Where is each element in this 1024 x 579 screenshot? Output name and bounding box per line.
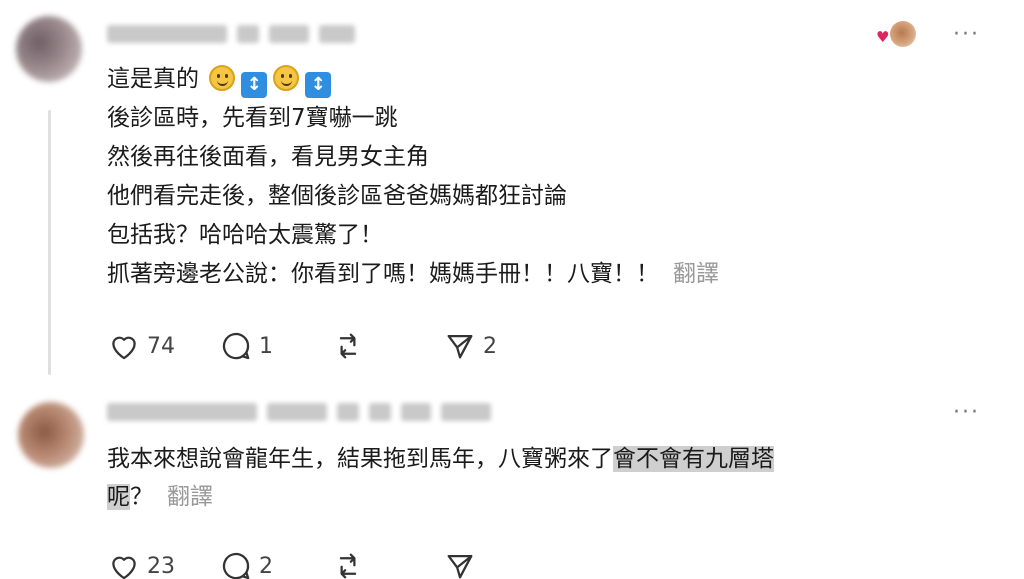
more-options-button[interactable]: ··· xyxy=(953,402,980,424)
blurred-name-part xyxy=(269,25,309,43)
up-down-arrow-emoji: ↕ xyxy=(305,72,332,98)
more-options-button[interactable]: ··· xyxy=(953,24,980,46)
post-line: 他們看完走後，整個後診區爸爸媽媽都狂討論 xyxy=(107,183,567,209)
username-blurred[interactable] xyxy=(107,24,355,44)
heart-icon: ♥ xyxy=(876,28,890,46)
thread-connector-line xyxy=(48,110,51,375)
like-count: 74 xyxy=(147,333,175,359)
reply-button[interactable]: 1 xyxy=(219,328,331,364)
smile-emoji xyxy=(273,65,300,91)
post-line: 後診區時，先看到7寶嚇一跳 xyxy=(107,105,398,131)
post-line: 這是真的 ↕ ↕ xyxy=(107,60,947,99)
selected-text: 會不會有九層塔 xyxy=(613,446,774,472)
translate-link[interactable]: 翻譯 xyxy=(167,484,213,510)
post-actions: 74 1 2 xyxy=(107,328,555,364)
blurred-name-part xyxy=(107,25,227,43)
blurred-name-part xyxy=(267,403,327,421)
comment-bubble-icon xyxy=(222,332,250,360)
thread-post-1: ♥ ··· 這是真的 ↕ ↕ 後診區時，先看到7寶嚇一跳 然後再往後面看，看見男女… xyxy=(0,0,1024,390)
avatar[interactable] xyxy=(16,16,82,82)
reply-count: 1 xyxy=(259,333,273,359)
like-count: 23 xyxy=(147,553,175,579)
share-button[interactable] xyxy=(443,548,555,579)
reply-count: 2 xyxy=(259,553,273,579)
share-button[interactable]: 2 xyxy=(443,328,555,364)
heart-outline-icon xyxy=(112,336,136,360)
like-button[interactable]: 74 xyxy=(107,328,219,364)
like-button[interactable]: 23 xyxy=(107,548,219,579)
send-paper-plane-icon xyxy=(447,554,473,579)
username-blurred[interactable] xyxy=(107,402,491,422)
post-actions: 23 2 xyxy=(107,548,555,579)
blurred-name-part xyxy=(237,25,259,43)
blurred-name-part xyxy=(337,403,359,421)
reactor-avatar xyxy=(890,21,916,47)
thread-post-2: ··· 我本來想說會龍年生，結果拖到馬年，八寶粥來了會不會有九層塔 呢？ 翻譯 23… xyxy=(0,390,1024,579)
repost-arrows-icon xyxy=(339,553,357,579)
reply-button[interactable]: 2 xyxy=(219,548,331,579)
blurred-name-part xyxy=(401,403,431,421)
blurred-name-part xyxy=(369,403,391,421)
heart-outline-icon xyxy=(112,556,136,579)
post-line: 包括我？哈哈哈太震驚了！ xyxy=(107,222,383,248)
comment-bubble-icon xyxy=(222,552,250,579)
translate-link[interactable]: 翻譯 xyxy=(673,261,719,287)
smile-emoji xyxy=(209,65,236,91)
blurred-name-part xyxy=(441,403,491,421)
post-text: 這是真的 ↕ ↕ 後診區時，先看到7寶嚇一跳 然後再往後面看，看見男女主角 他們看… xyxy=(107,60,947,294)
repost-button[interactable] xyxy=(331,548,443,579)
selected-text: 呢 xyxy=(107,484,130,510)
share-count: 2 xyxy=(483,333,497,359)
post-text: 我本來想說會龍年生，結果拖到馬年，八寶粥來了會不會有九層塔 呢？ 翻譯 xyxy=(107,446,774,510)
send-paper-plane-icon xyxy=(447,334,473,359)
reaction-badge: ♥ xyxy=(876,18,920,48)
repost-arrows-icon xyxy=(339,333,357,359)
up-down-arrow-emoji: ↕ xyxy=(241,72,268,98)
post-line: 抓著旁邊老公說：你看到了嗎！媽媽手冊！！八寶！！ 翻譯 xyxy=(107,261,719,287)
post-line: 然後再往後面看，看見男女主角 xyxy=(107,144,429,170)
blurred-name-part xyxy=(107,403,257,421)
avatar[interactable] xyxy=(18,402,84,468)
blurred-name-part xyxy=(319,25,355,43)
repost-button[interactable] xyxy=(331,328,443,364)
